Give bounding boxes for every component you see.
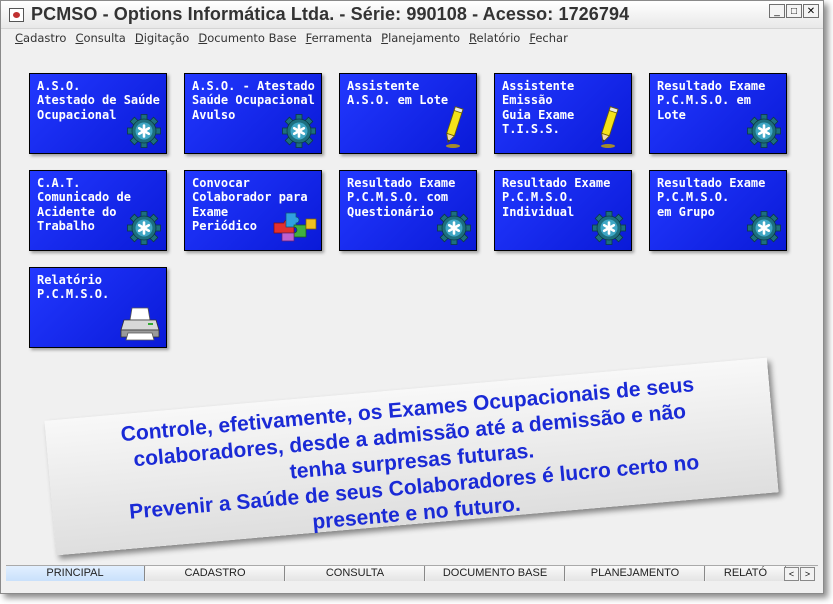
promo-banner: Controle, efetivamente, os Exames Ocupac…	[44, 357, 779, 559]
menu-item-digitao[interactable]: Digitação	[135, 29, 190, 47]
menu-item-fechar[interactable]: Fechar	[529, 29, 567, 47]
menu-item-consulta[interactable]: Consulta	[75, 29, 125, 47]
gear-icon	[127, 211, 161, 245]
gear-icon	[747, 211, 781, 245]
tab-documento-base[interactable]: DOCUMENTO BASE	[426, 566, 565, 581]
menu-label: ocumento Base	[207, 31, 297, 45]
menu-mnemonic: C	[15, 31, 24, 45]
shortcut-tile-label: Relatório P.C.M.S.O.	[37, 273, 110, 302]
shortcut-tile[interactable]: Assistente Emissão Guia Exame T.I.S.S.	[494, 73, 632, 154]
gear-icon	[592, 211, 626, 245]
puzzle-icon	[272, 211, 318, 243]
menu-item-documentobase[interactable]: Documento Base	[198, 29, 296, 47]
menu-mnemonic: D	[198, 31, 208, 45]
shortcut-tile[interactable]: Resultado Exame P.C.M.S.O. Individual	[494, 170, 632, 251]
shortcut-tile[interactable]: C.A.T. Comunicado de Acidente do Trabalh…	[29, 170, 167, 251]
menu-label: lanejamento	[388, 31, 461, 45]
app-icon[interactable]	[9, 8, 24, 22]
menu-label: adastro	[23, 31, 67, 45]
shortcut-tile-label: Assistente A.S.O. em Lote	[347, 79, 449, 108]
tab-relat-[interactable]: RELATÓ	[706, 566, 786, 581]
menu-mnemonic: D	[134, 31, 144, 45]
shortcut-tile[interactable]: Convocar Colaborador para Exame Periódic…	[184, 170, 322, 251]
tab-consulta[interactable]: CONSULTA	[286, 566, 425, 581]
pencil-icon	[440, 105, 466, 149]
menu-label: igitação	[143, 31, 190, 45]
minimize-button[interactable]: _	[769, 4, 785, 18]
maximize-button[interactable]: □	[786, 4, 802, 18]
printer-icon	[120, 306, 160, 342]
gear-icon	[747, 114, 781, 148]
shortcut-tile[interactable]: Relatório P.C.M.S.O.	[29, 267, 167, 348]
gear-icon	[437, 211, 471, 245]
window-controls: _ □ ✕	[769, 4, 819, 18]
shortcut-tile[interactable]: A.S.O. - Atestado Saúde Ocupacional Avul…	[184, 73, 322, 154]
window-title: PCMSO - Options Informática Ltda. - Séri…	[31, 4, 630, 24]
shortcut-tile[interactable]: Resultado Exame P.C.M.S.O. com Questioná…	[339, 170, 477, 251]
tab-scroll-right-button[interactable]: >	[800, 567, 815, 581]
shortcut-tile[interactable]: A.S.O. Atestado de Saúde Ocupacional	[29, 73, 167, 154]
menu-item-cadastro[interactable]: Cadastro	[15, 29, 66, 47]
promo-text: Controle, efetivamente, os Exames Ocupac…	[45, 366, 779, 559]
tab-scroll-left-button[interactable]: <	[784, 567, 799, 581]
gear-icon	[282, 114, 316, 148]
menu-item-relatrio[interactable]: Relatório	[469, 29, 520, 47]
menu-item-ferramenta[interactable]: Ferramenta	[306, 29, 373, 47]
menu-label: onsulta	[83, 31, 126, 45]
close-button[interactable]: ✕	[803, 4, 819, 18]
shortcut-tile[interactable]: Resultado Exame P.C.M.S.O. em Lote	[649, 73, 787, 154]
menu-label: elatório	[476, 31, 521, 45]
menu-label: erramenta	[311, 31, 373, 45]
menu-mnemonic: R	[469, 31, 477, 45]
title-bar[interactable]: PCMSO - Options Informática Ltda. - Séri…	[1, 1, 823, 29]
tab-principal[interactable]: PRINCIPAL	[6, 566, 145, 581]
tab-cadastro[interactable]: CADASTRO	[146, 566, 285, 581]
menu-bar: Cadastro Consulta Digitação Documento Base F…	[1, 29, 823, 47]
app-window: PCMSO - Options Informática Ltda. - Séri…	[0, 0, 824, 594]
gear-icon	[127, 114, 161, 148]
module-tab-bar: PRINCIPAL CADASTRO CONSULTA DOCUMENTO BASE P…	[6, 565, 818, 582]
shortcut-tile[interactable]: Assistente A.S.O. em Lote	[339, 73, 477, 154]
shortcut-tile[interactable]: Resultado Exame P.C.M.S.O. em Grupo	[649, 170, 787, 251]
pencil-icon	[595, 105, 621, 149]
menu-item-planejamento[interactable]: Planejamento	[381, 29, 460, 47]
menu-label: echar	[535, 31, 568, 45]
tab-planejamento[interactable]: PLANEJAMENTO	[566, 566, 705, 581]
